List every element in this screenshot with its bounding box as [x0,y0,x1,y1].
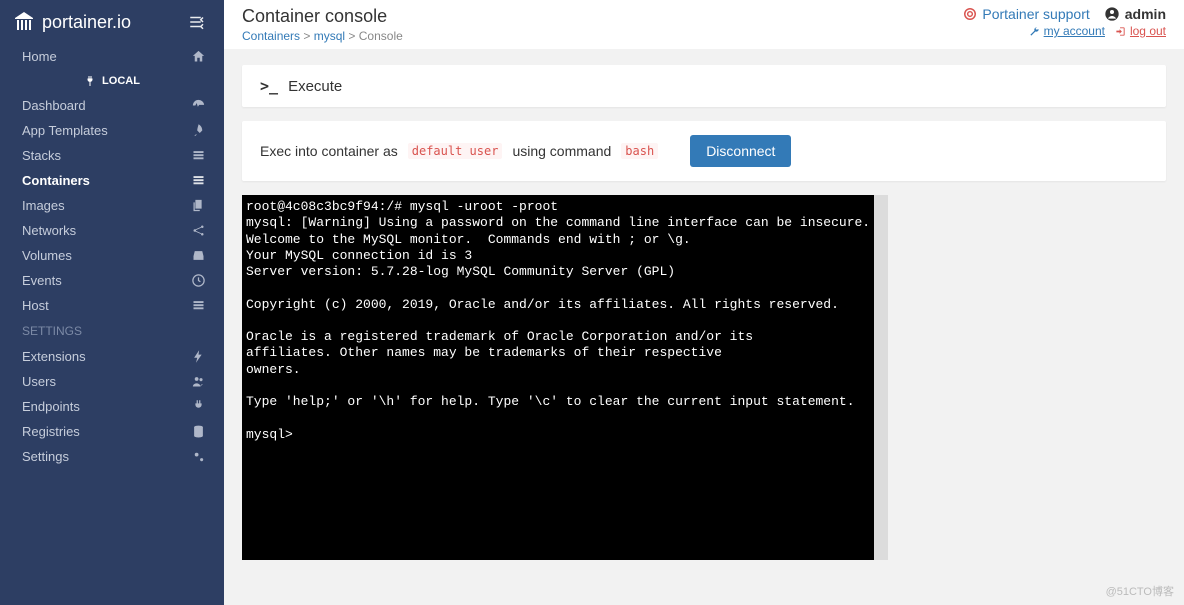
wrench-icon [1029,26,1040,37]
sidebar-item-label: Extensions [22,349,86,364]
users-icon [191,374,206,389]
share-icon [191,223,206,238]
box-icon [191,173,206,188]
sidebar-item-label: Volumes [22,248,72,263]
watermark: @51CTO博客 [1106,583,1174,599]
sidebar-item-volumes[interactable]: Volumes [0,243,224,268]
breadcrumb-container-name[interactable]: mysql [314,29,345,43]
breadcrumb-current: Console [359,29,403,43]
sidebar-item-label: Users [22,374,56,389]
exec-pre-text: Exec into container as [260,143,398,159]
disconnect-button[interactable]: Disconnect [690,135,791,167]
copy-icon [191,198,206,213]
list-icon [191,148,206,163]
database-icon [191,424,206,439]
page-title: Container console [242,6,403,27]
topbar: Container console Containers > mysql > C… [224,0,1184,49]
sidebar-item-label: Networks [22,223,76,238]
terminal-output[interactable]: root@4c08c3bc9f94:/# mysql -uroot -proot… [242,195,874,560]
sidebar-item-users[interactable]: Users [0,369,224,394]
portainer-logo-icon [12,10,36,34]
sidebar-item-label: Stacks [22,148,61,163]
sidebar-item-containers[interactable]: Containers [0,168,224,193]
user-circle-icon [1104,6,1120,22]
logout-link[interactable]: log out [1115,24,1166,38]
sidebar-item-label: Settings [22,449,69,464]
exec-command-badge: bash [621,143,658,159]
sidebar-item-label: Home [22,49,57,64]
exec-mid-text: using command [512,143,611,159]
endpoint-divider: LOCAL [0,69,224,93]
sidebar-item-networks[interactable]: Networks [0,218,224,243]
sidebar-item-host[interactable]: Host [0,293,224,318]
sidebar-item-label: App Templates [22,123,108,138]
plug-icon [84,75,96,87]
sidebar-item-registries[interactable]: Registries [0,419,224,444]
rocket-icon [191,123,206,138]
sidebar-item-app-templates[interactable]: App Templates [0,118,224,143]
prompt-icon: >_ [260,77,278,95]
exec-user-badge: default user [408,143,503,159]
hdd-icon [191,248,206,263]
settings-section-header: SETTINGS [0,318,224,344]
plug-icon [191,399,206,414]
sidebar-item-label: Endpoints [22,399,80,414]
sidebar-item-dashboard[interactable]: Dashboard [0,93,224,118]
home-icon [191,49,206,64]
breadcrumb-containers[interactable]: Containers [242,29,300,43]
main-content: Container console Containers > mysql > C… [224,0,1184,605]
admin-user[interactable]: admin [1104,6,1166,22]
list-icon [191,298,206,313]
life-ring-icon [963,7,977,21]
sidebar-item-label: Events [22,273,62,288]
sidebar-item-events[interactable]: Events [0,268,224,293]
exec-info-panel: Exec into container as default user usin… [242,121,1166,181]
support-link[interactable]: Portainer support [963,6,1089,22]
sidebar-item-label: Host [22,298,49,313]
my-account-link[interactable]: my account [1029,24,1105,38]
sidebar-logo[interactable]: portainer.io [0,0,224,44]
sidebar-item-stacks[interactable]: Stacks [0,143,224,168]
sidebar-item-endpoints[interactable]: Endpoints [0,394,224,419]
sidebar-item-label: Containers [22,173,90,188]
sidebar-item-home[interactable]: Home [0,44,224,69]
dashboard-icon [191,98,206,113]
sidebar-item-label: Dashboard [22,98,86,113]
sidebar-toggle-icon[interactable] [188,13,206,31]
sidebar-item-label: Registries [22,424,80,439]
sidebar-item-images[interactable]: Images [0,193,224,218]
sidebar: portainer.io Home LOCAL Dashboard App Te… [0,0,224,605]
breadcrumb: Containers > mysql > Console [242,29,403,43]
terminal-scrollbar[interactable] [874,195,888,560]
bolt-icon [191,349,206,364]
history-icon [191,273,206,288]
execute-panel: >_ Execute [242,65,1166,107]
sidebar-item-settings[interactable]: Settings [0,444,224,469]
sidebar-item-extensions[interactable]: Extensions [0,344,224,369]
sidebar-item-label: Images [22,198,65,213]
cogs-icon [191,449,206,464]
brand-name: portainer.io [42,12,131,33]
sign-out-icon [1115,26,1126,37]
execute-panel-title: Execute [288,78,342,95]
